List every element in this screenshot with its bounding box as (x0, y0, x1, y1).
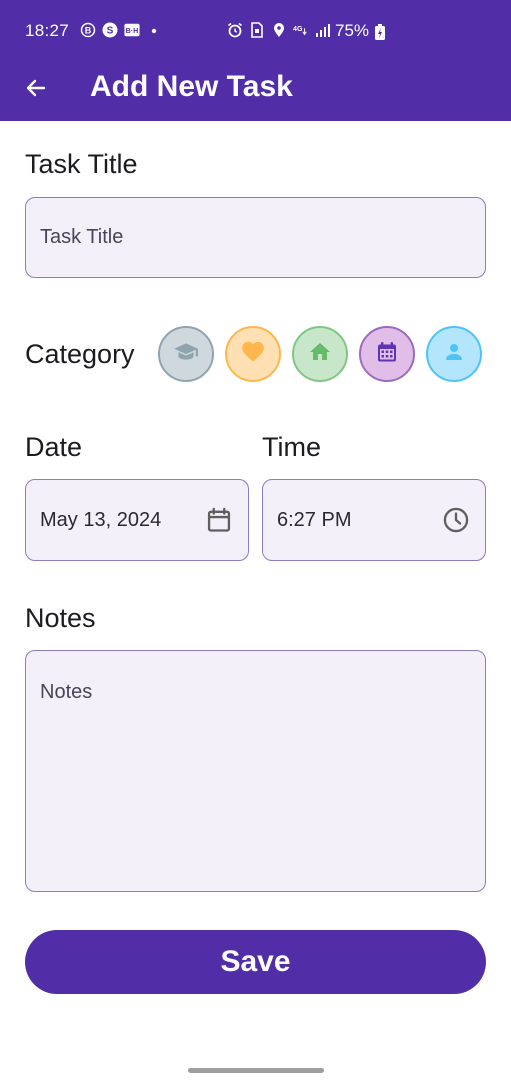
task-title-field[interactable] (25, 197, 486, 278)
time-label: Time (262, 432, 321, 462)
b-circle-icon: B (80, 22, 96, 38)
alarm-icon (227, 22, 243, 38)
notes-label: Notes (25, 603, 96, 633)
date-label: Date (25, 432, 83, 462)
category-calendar-button[interactable] (359, 326, 415, 382)
category-personal-button[interactable] (426, 326, 482, 382)
category-education-button[interactable] (158, 326, 214, 382)
category-label: Category (25, 339, 135, 369)
time-value: 6:27 PM (277, 508, 352, 531)
notes-field[interactable] (25, 650, 486, 892)
task-title-label: Task Title (25, 149, 138, 179)
category-home-button[interactable] (292, 326, 348, 382)
date-value: May 13, 2024 (40, 508, 162, 531)
heart-icon (240, 339, 266, 370)
s-circle-icon: S (102, 22, 118, 38)
person-icon (442, 340, 466, 369)
arrow-left-icon (24, 76, 48, 105)
graduation-cap-icon (173, 339, 199, 370)
bh-box-icon: B·H (124, 22, 140, 38)
status-time: 18:27 (25, 21, 70, 40)
home-icon (308, 340, 332, 369)
category-health-button[interactable] (225, 326, 281, 382)
svg-text:B: B (85, 26, 92, 36)
status-left-icons: B S B·H (80, 22, 162, 38)
signal-icon (315, 22, 331, 38)
svg-text:B·H: B·H (126, 27, 139, 35)
task-title-input[interactable] (40, 226, 485, 249)
clock-icon[interactable] (441, 505, 471, 535)
location-icon (271, 22, 287, 38)
save-button[interactable]: Save (25, 930, 486, 994)
svg-text:4G: 4G (293, 25, 303, 33)
sim-lock-icon (249, 22, 265, 38)
back-button[interactable] (14, 68, 58, 112)
battery-icon (374, 24, 386, 45)
status-bar: 18:27 B S B·H 4G 75% (0, 0, 511, 60)
app-bar: Add New Task (0, 60, 511, 121)
notes-input[interactable] (40, 681, 485, 871)
4g-icon: 4G (293, 22, 309, 38)
status-right-icons: 4G (227, 22, 331, 38)
battery-percent: 75% (335, 21, 370, 40)
date-field[interactable]: May 13, 2024 (25, 479, 249, 561)
home-indicator (188, 1068, 324, 1073)
page-title: Add New Task (90, 70, 293, 103)
svg-text:S: S (107, 26, 114, 37)
time-field[interactable]: 6:27 PM (262, 479, 486, 561)
calendar-icon (375, 340, 399, 369)
calendar-icon[interactable] (204, 505, 234, 535)
dot-icon (146, 22, 162, 38)
